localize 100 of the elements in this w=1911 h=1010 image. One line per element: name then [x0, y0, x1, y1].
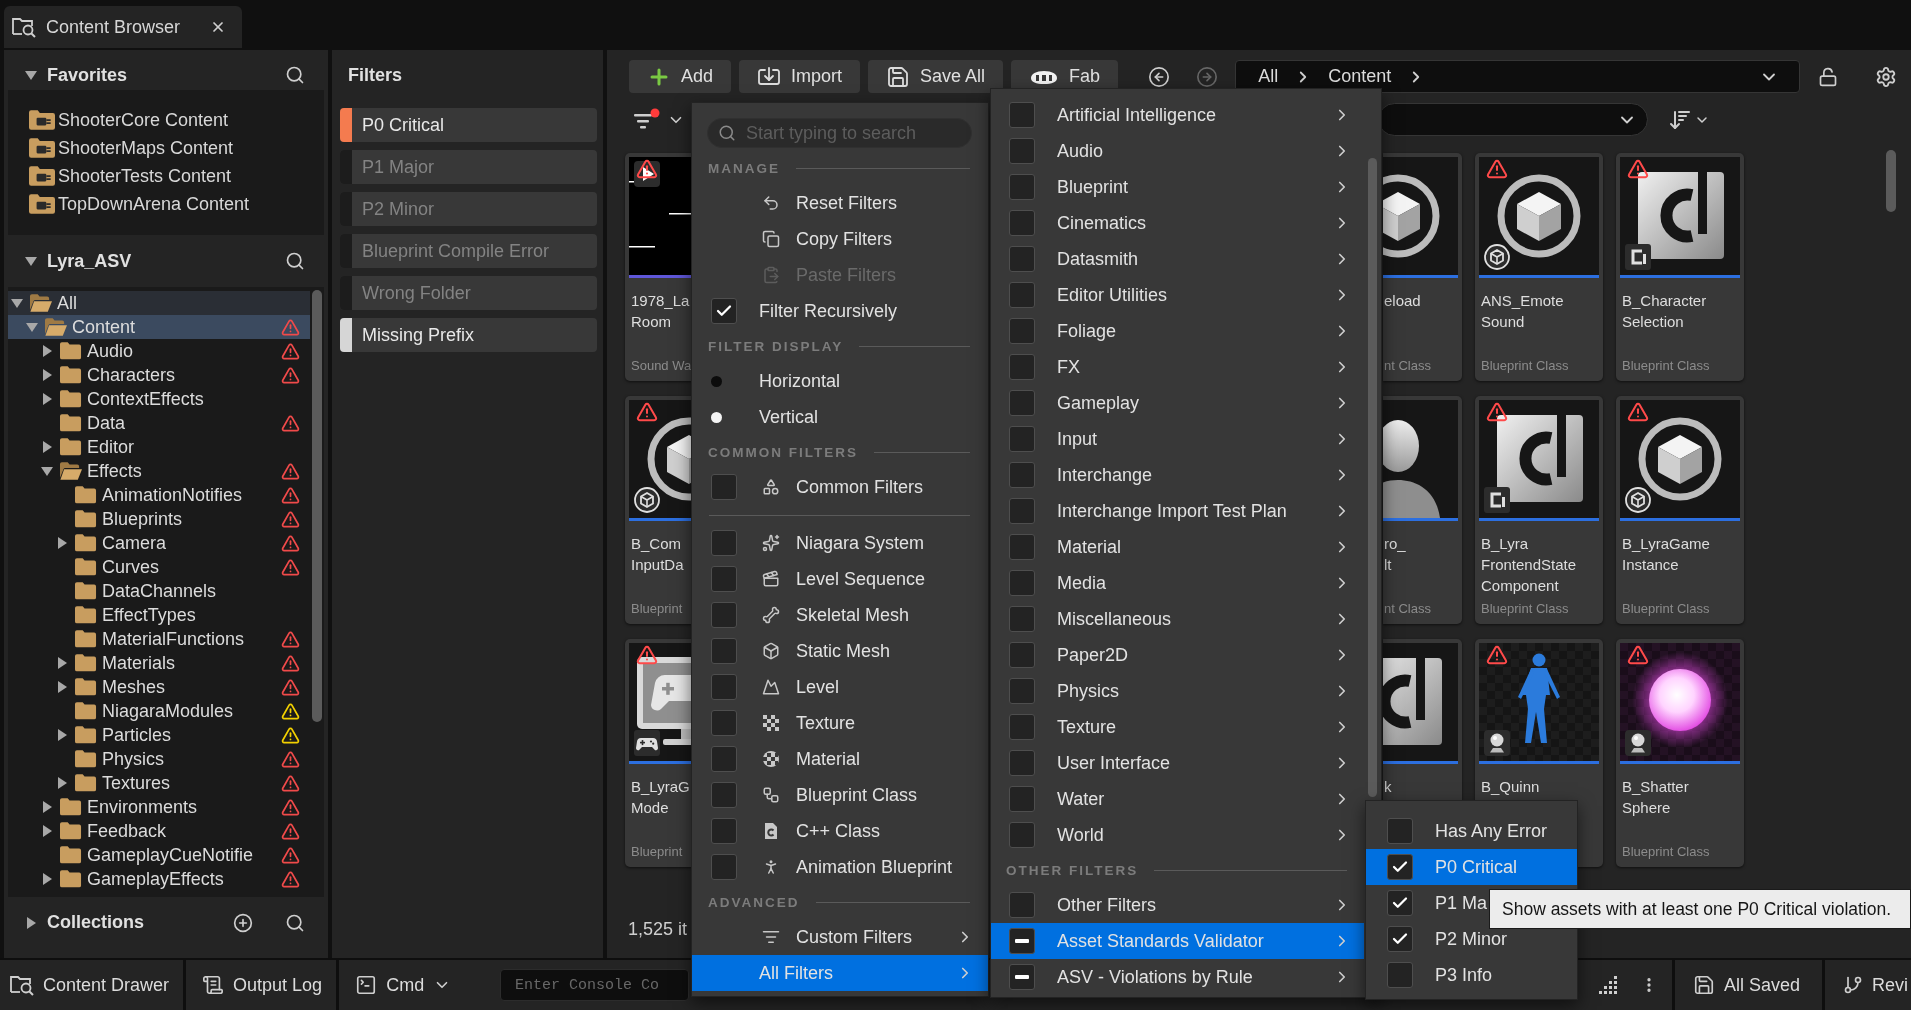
- tree-item[interactable]: Audio: [8, 339, 310, 363]
- checkbox[interactable]: [1009, 318, 1035, 344]
- tree-item[interactable]: Curves: [8, 555, 310, 579]
- search-icon[interactable]: [285, 912, 305, 933]
- import-button[interactable]: Import: [739, 60, 861, 93]
- tree-item[interactable]: Camera: [8, 531, 310, 555]
- checkbox[interactable]: [711, 474, 737, 500]
- menu-item[interactable]: World: [991, 817, 1364, 853]
- favorite-item[interactable]: ShooterTests Content: [8, 162, 324, 190]
- tree-item[interactable]: Meshes: [8, 675, 310, 699]
- tree-item[interactable]: DataChannels: [8, 579, 310, 603]
- checkbox[interactable]: [1009, 964, 1035, 990]
- caret-right-icon[interactable]: [56, 537, 68, 549]
- tree-item[interactable]: Characters: [8, 363, 310, 387]
- menu-item[interactable]: Copy Filters: [692, 221, 988, 257]
- menu-item[interactable]: Horizontal: [692, 363, 988, 399]
- tree-item[interactable]: Blueprints: [8, 507, 310, 531]
- menu-item[interactable]: Vertical: [692, 399, 988, 435]
- menu-item[interactable]: All Filters: [692, 955, 988, 991]
- caret-right-icon[interactable]: [41, 801, 53, 813]
- checkbox[interactable]: [711, 782, 737, 808]
- menu-item[interactable]: Static Mesh: [692, 633, 988, 669]
- checkbox[interactable]: [1009, 570, 1035, 596]
- caret-down-icon[interactable]: [11, 297, 23, 309]
- menu-item[interactable]: Filter Recursively: [692, 293, 988, 329]
- menu-item[interactable]: Foliage: [991, 313, 1364, 349]
- tree-item[interactable]: Data: [8, 411, 310, 435]
- checkbox[interactable]: [711, 638, 737, 664]
- caret-right-icon[interactable]: [41, 441, 53, 453]
- menu-item[interactable]: Physics: [991, 673, 1364, 709]
- add-button[interactable]: Add: [629, 60, 732, 93]
- tree-item[interactable]: Particles: [8, 723, 310, 747]
- forward-icon[interactable]: [1196, 65, 1219, 88]
- menu-item[interactable]: Material: [991, 529, 1364, 565]
- checkbox[interactable]: [1009, 928, 1035, 954]
- tree-item[interactable]: AnimationNotifies: [8, 483, 310, 507]
- menu-item[interactable]: Paper2D: [991, 637, 1364, 673]
- console-input[interactable]: Enter Console Co: [500, 969, 689, 1001]
- checkbox[interactable]: [1009, 282, 1035, 308]
- save-all-button[interactable]: Save All: [868, 60, 1004, 93]
- filter-chip[interactable]: Missing Prefix: [340, 318, 597, 352]
- tree-item[interactable]: ContextEffects: [8, 387, 310, 411]
- all-saved-button[interactable]: All Saved: [1674, 960, 1822, 1010]
- menu-item[interactable]: Texture: [692, 705, 988, 741]
- revision-button[interactable]: Revi: [1825, 960, 1911, 1010]
- asset-tile[interactable]: B_Com InputDa Blueprint: [625, 396, 692, 624]
- asset-tile[interactable]: B_LyraG Mode Blueprint: [625, 639, 692, 867]
- breadcrumb[interactable]: All: [1258, 66, 1279, 87]
- checkbox[interactable]: [1009, 498, 1035, 524]
- cmd-dropdown[interactable]: Cmd: [339, 960, 466, 1010]
- settings-icon[interactable]: [1875, 65, 1897, 88]
- filter-chip[interactable]: P0 Critical: [340, 108, 597, 142]
- caret-right-icon[interactable]: [56, 729, 68, 741]
- menu-item[interactable]: Audio: [991, 133, 1364, 169]
- menu-item[interactable]: Material: [692, 741, 988, 777]
- tree-item[interactable]: Environments: [8, 795, 310, 819]
- checkbox[interactable]: [1009, 462, 1035, 488]
- menu-item[interactable]: Datasmith: [991, 241, 1364, 277]
- tree-item[interactable]: Editor: [8, 435, 310, 459]
- scroll-bar[interactable]: [312, 290, 322, 722]
- menu-item[interactable]: Texture: [991, 709, 1364, 745]
- tree-item[interactable]: Physics: [8, 747, 310, 771]
- output-log-button[interactable]: Output Log: [186, 960, 337, 1010]
- tree-item[interactable]: Effects: [8, 459, 310, 483]
- caret-right-icon[interactable]: [41, 393, 53, 405]
- asset-tile[interactable]: eload nt Class: [1383, 153, 1462, 381]
- menu-item[interactable]: Custom Filters: [692, 919, 988, 955]
- caret-down-icon[interactable]: [25, 69, 37, 81]
- favorite-item[interactable]: ShooterCore Content: [8, 106, 324, 134]
- checkbox[interactable]: [711, 566, 737, 592]
- checkbox[interactable]: [1387, 890, 1413, 916]
- menu-item[interactable]: User Interface: [991, 745, 1364, 781]
- menu-item[interactable]: Asset Standards Validator: [991, 923, 1364, 959]
- checkbox[interactable]: [1009, 714, 1035, 740]
- back-icon[interactable]: [1148, 65, 1171, 88]
- favorite-item[interactable]: TopDownArena Content: [8, 190, 324, 218]
- menu-item[interactable]: Common Filters: [692, 469, 988, 505]
- menu-item[interactable]: Input: [991, 421, 1364, 457]
- tree-item[interactable]: Materials: [8, 651, 310, 675]
- checkbox[interactable]: [1009, 102, 1035, 128]
- checkbox[interactable]: [1387, 962, 1413, 988]
- checkbox[interactable]: [1009, 354, 1035, 380]
- close-icon[interactable]: [210, 19, 226, 35]
- menu-item[interactable]: Other Filters: [991, 887, 1364, 923]
- checkbox[interactable]: [1009, 426, 1035, 452]
- checkbox[interactable]: [1009, 892, 1035, 918]
- checkbox[interactable]: [1009, 678, 1035, 704]
- checkbox[interactable]: [711, 746, 737, 772]
- menu-item[interactable]: Level Sequence: [692, 561, 988, 597]
- radio-icon[interactable]: [711, 375, 722, 387]
- checkbox[interactable]: [1009, 174, 1035, 200]
- menu-item[interactable]: Interchange Import Test Plan: [991, 493, 1364, 529]
- menu-item[interactable]: Editor Utilities: [991, 277, 1364, 313]
- checkbox[interactable]: [1009, 534, 1035, 560]
- menu-item[interactable]: C++ Class: [692, 813, 988, 849]
- menu-item[interactable]: Gameplay: [991, 385, 1364, 421]
- caret-right-icon[interactable]: [41, 873, 53, 885]
- menu-item[interactable]: Niagara System: [692, 525, 988, 561]
- menu-item[interactable]: FX: [991, 349, 1364, 385]
- radio-icon[interactable]: [711, 411, 722, 423]
